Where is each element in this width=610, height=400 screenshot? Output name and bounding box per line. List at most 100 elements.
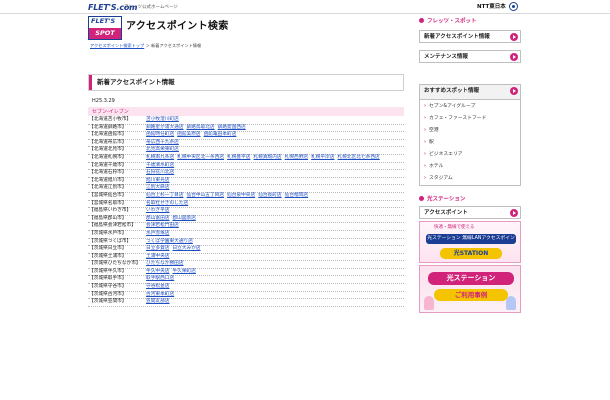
store-link[interactable]: 函館美原店 [177,132,200,139]
store-link[interactable]: 札幌西野店 [285,155,308,162]
table-row: 【北海道千歳市】 千歳清水町店 [88,163,404,171]
usage-examples-banner[interactable]: 光ステーション ご利用事例 [419,265,521,313]
store-link[interactable]: 守谷松並店 [146,284,169,291]
store-link[interactable]: 札幌北区北七条西店 [338,155,380,162]
store-list: 石狩花川北店 [146,170,404,177]
store-link[interactable]: 釧路愛国西店 [218,125,246,132]
store-link[interactable]: 仙台中山五丁目店 [187,193,225,200]
store-link[interactable]: 郡山図景店 [172,216,195,223]
bullet-icon [419,196,424,201]
hikari-station-banner[interactable]: 快適・無線で使える 光ステーション 無線LANアクセスポイント 光STATION [419,221,521,263]
sidebar-item-new-access-points[interactable]: 新着アクセスポイント情報 [419,30,521,43]
prefecture-label: 【茨城県牛久市】 [89,268,127,274]
store-link[interactable]: 札幌平岸店 [311,155,334,162]
breadcrumb-link-top[interactable]: アクセスポイント検索トップ [90,43,144,48]
sidebar-item-recommended-spots[interactable]: おすすめスポット情報 [419,84,521,100]
store-link[interactable]: 土浦中央店 [146,254,169,261]
store-link[interactable]: ひたちなか勝田店 [146,261,184,268]
submenu-item[interactable]: › ホテル [424,164,443,170]
table-row: 【北海道旭川市】 旭川東光店 [88,178,404,186]
store-link[interactable]: 札幌豊平店 [227,155,250,162]
store-link[interactable]: 牛久中央店 [146,269,169,276]
sidebar-item-access-point[interactable]: アクセスポイント [419,206,521,219]
section-header: 新着アクセスポイント情報 [88,74,404,91]
store-link[interactable]: 札幌南九条店 [146,155,174,162]
sidebar-item-maintenance[interactable]: メンテナンス情報 [419,50,521,63]
logo-line1: FLET'S [91,17,116,25]
banner-caption: 快適・無線で使える [434,225,475,230]
store-link[interactable]: つくば学園東大通り店 [146,239,193,246]
chevron-right-icon: › [424,176,426,181]
store-link[interactable]: 日立多賀店 [146,246,169,253]
store-link[interactable]: 仙台泉中央店 [227,193,255,200]
table-row: 【北海道札幌市】 札幌南九条店 札幌中央区北一条西店 札幌豊平店 札幌真駒内店 札幌西野店… [88,155,404,163]
store-link[interactable]: 仙台長町店 [258,193,281,200]
prefecture-label: 【福島県郡山市】 [89,215,127,221]
store-link[interactable]: 笠間友部店 [146,299,169,306]
company-name[interactable]: NTT東日本 [477,4,506,11]
recommended-spots-submenu: › セブン&アイグループ › カフェ・ファーストフード › 空港 › 駅 › ビジネスエリア › ホテ… [419,100,521,186]
store-link[interactable]: いわき平店 [146,208,169,215]
sidebar: フレッツ・スポット 新着アクセスポイント情報 メンテナンス情報 おすすめスポット… [419,16,521,400]
submenu-item[interactable]: › セブン&アイグループ [424,104,475,110]
table-row: 【北海道函館市】 函館時任町店 函館美原店 函館亀田本町店 [88,132,404,140]
store-link[interactable]: 仙台上杉一丁目店 [146,193,184,200]
prefecture-label: 【北海道札幌市】 [89,154,127,160]
store-link[interactable]: 名取杜せきのした店 [146,201,188,208]
store-link[interactable]: 札幌中央区北一条西店 [177,155,224,162]
store-list: 日立多賀店 日立大みか店 [146,246,404,253]
store-link[interactable]: 郡山富田店 [146,216,169,223]
store-link[interactable]: 会津若松門田店 [146,223,179,230]
store-list: 釧路星が浦大通店 釧路鳥取北店 釧路愛国西店 [146,125,404,132]
chevron-right-icon: › [424,104,426,109]
store-link[interactable]: 石狩花川北店 [146,170,174,177]
submenu-item[interactable]: › ビジネスエリア [424,152,463,158]
store-link[interactable]: 函館亀田本町店 [204,132,237,139]
store-list: 古河東本町店 [146,292,404,299]
store-link[interactable]: 古河東本町店 [146,292,174,299]
chevron-right-icon: › [424,152,426,157]
sidebar-heading-hikari-station: 光ステーション [419,196,521,206]
table-row: 【茨城県古河市】 古河東本町店 [88,292,404,300]
breadcrumb-current: 新着アクセスポイント情報 [151,43,202,48]
arrow-right-icon [510,53,518,61]
store-link[interactable]: 釧路星が浦大通店 [146,125,184,132]
store-list: つくば学園東大通り店 [146,239,404,246]
banner-subtitle: 光ステーション 無線LANアクセスポイント [426,234,516,251]
store-link[interactable]: 釧路鳥取北店 [187,125,215,132]
store-link[interactable]: 苫小牧澄川町店 [146,117,179,124]
submenu-item[interactable]: › 空港 [424,128,439,134]
store-link[interactable]: 千歳清水町店 [146,163,174,170]
store-list: 土浦中央店 [146,254,404,261]
prefecture-label: 【北海道北見市】 [89,147,127,153]
prefecture-label: 【北海道帯広市】 [89,139,127,145]
prefecture-label: 【宮城県仙台市】 [89,192,127,198]
table-row: 【茨城県水戸市】 水戸赤塚店 [88,231,404,239]
store-list: 名取杜せきのした店 [146,201,404,208]
ntt-logo-icon[interactable] [509,2,518,11]
prefecture-label: 【北海道旭川市】 [89,177,127,183]
submenu-item[interactable]: › 駅 [424,140,434,146]
store-link[interactable]: 旭川東光店 [146,178,169,185]
prefecture-label: 【茨城県笠間市】 [89,299,127,305]
store-link[interactable]: 水戸赤塚店 [146,231,169,238]
store-list: 旭川東光店 [146,178,404,185]
prefecture-label: 【茨城県つくば市】 [89,238,132,244]
section-title: 新着アクセスポイント情報 [97,78,175,86]
store-link[interactable]: 牛久栄町店 [172,269,195,276]
store-list: 苫小牧澄川町店 [146,117,404,124]
store-link[interactable]: 取手駅西口店 [146,276,174,283]
store-link[interactable]: 北見高栄東町店 [146,147,179,154]
store-link[interactable]: 帯広西十九条店 [146,140,179,147]
submenu-item[interactable]: › カフェ・ファーストフード [424,116,486,122]
flets-spot-logo: FLET'S SPOT [88,16,122,40]
store-list: いわき平店 [146,208,404,215]
store-link[interactable]: 日立大みか店 [172,246,200,253]
store-link[interactable]: 仙台榴岡店 [285,193,308,200]
banner-subtitle: ご利用事例 [434,289,508,301]
store-link[interactable]: 函館時任町店 [146,132,174,139]
table-row: 【北海道北見市】 北見高栄東町店 [88,147,404,155]
submenu-item[interactable]: › スタジアム [424,176,453,182]
store-link[interactable]: 江別大麻店 [146,185,169,192]
store-link[interactable]: 札幌真駒内店 [253,155,281,162]
